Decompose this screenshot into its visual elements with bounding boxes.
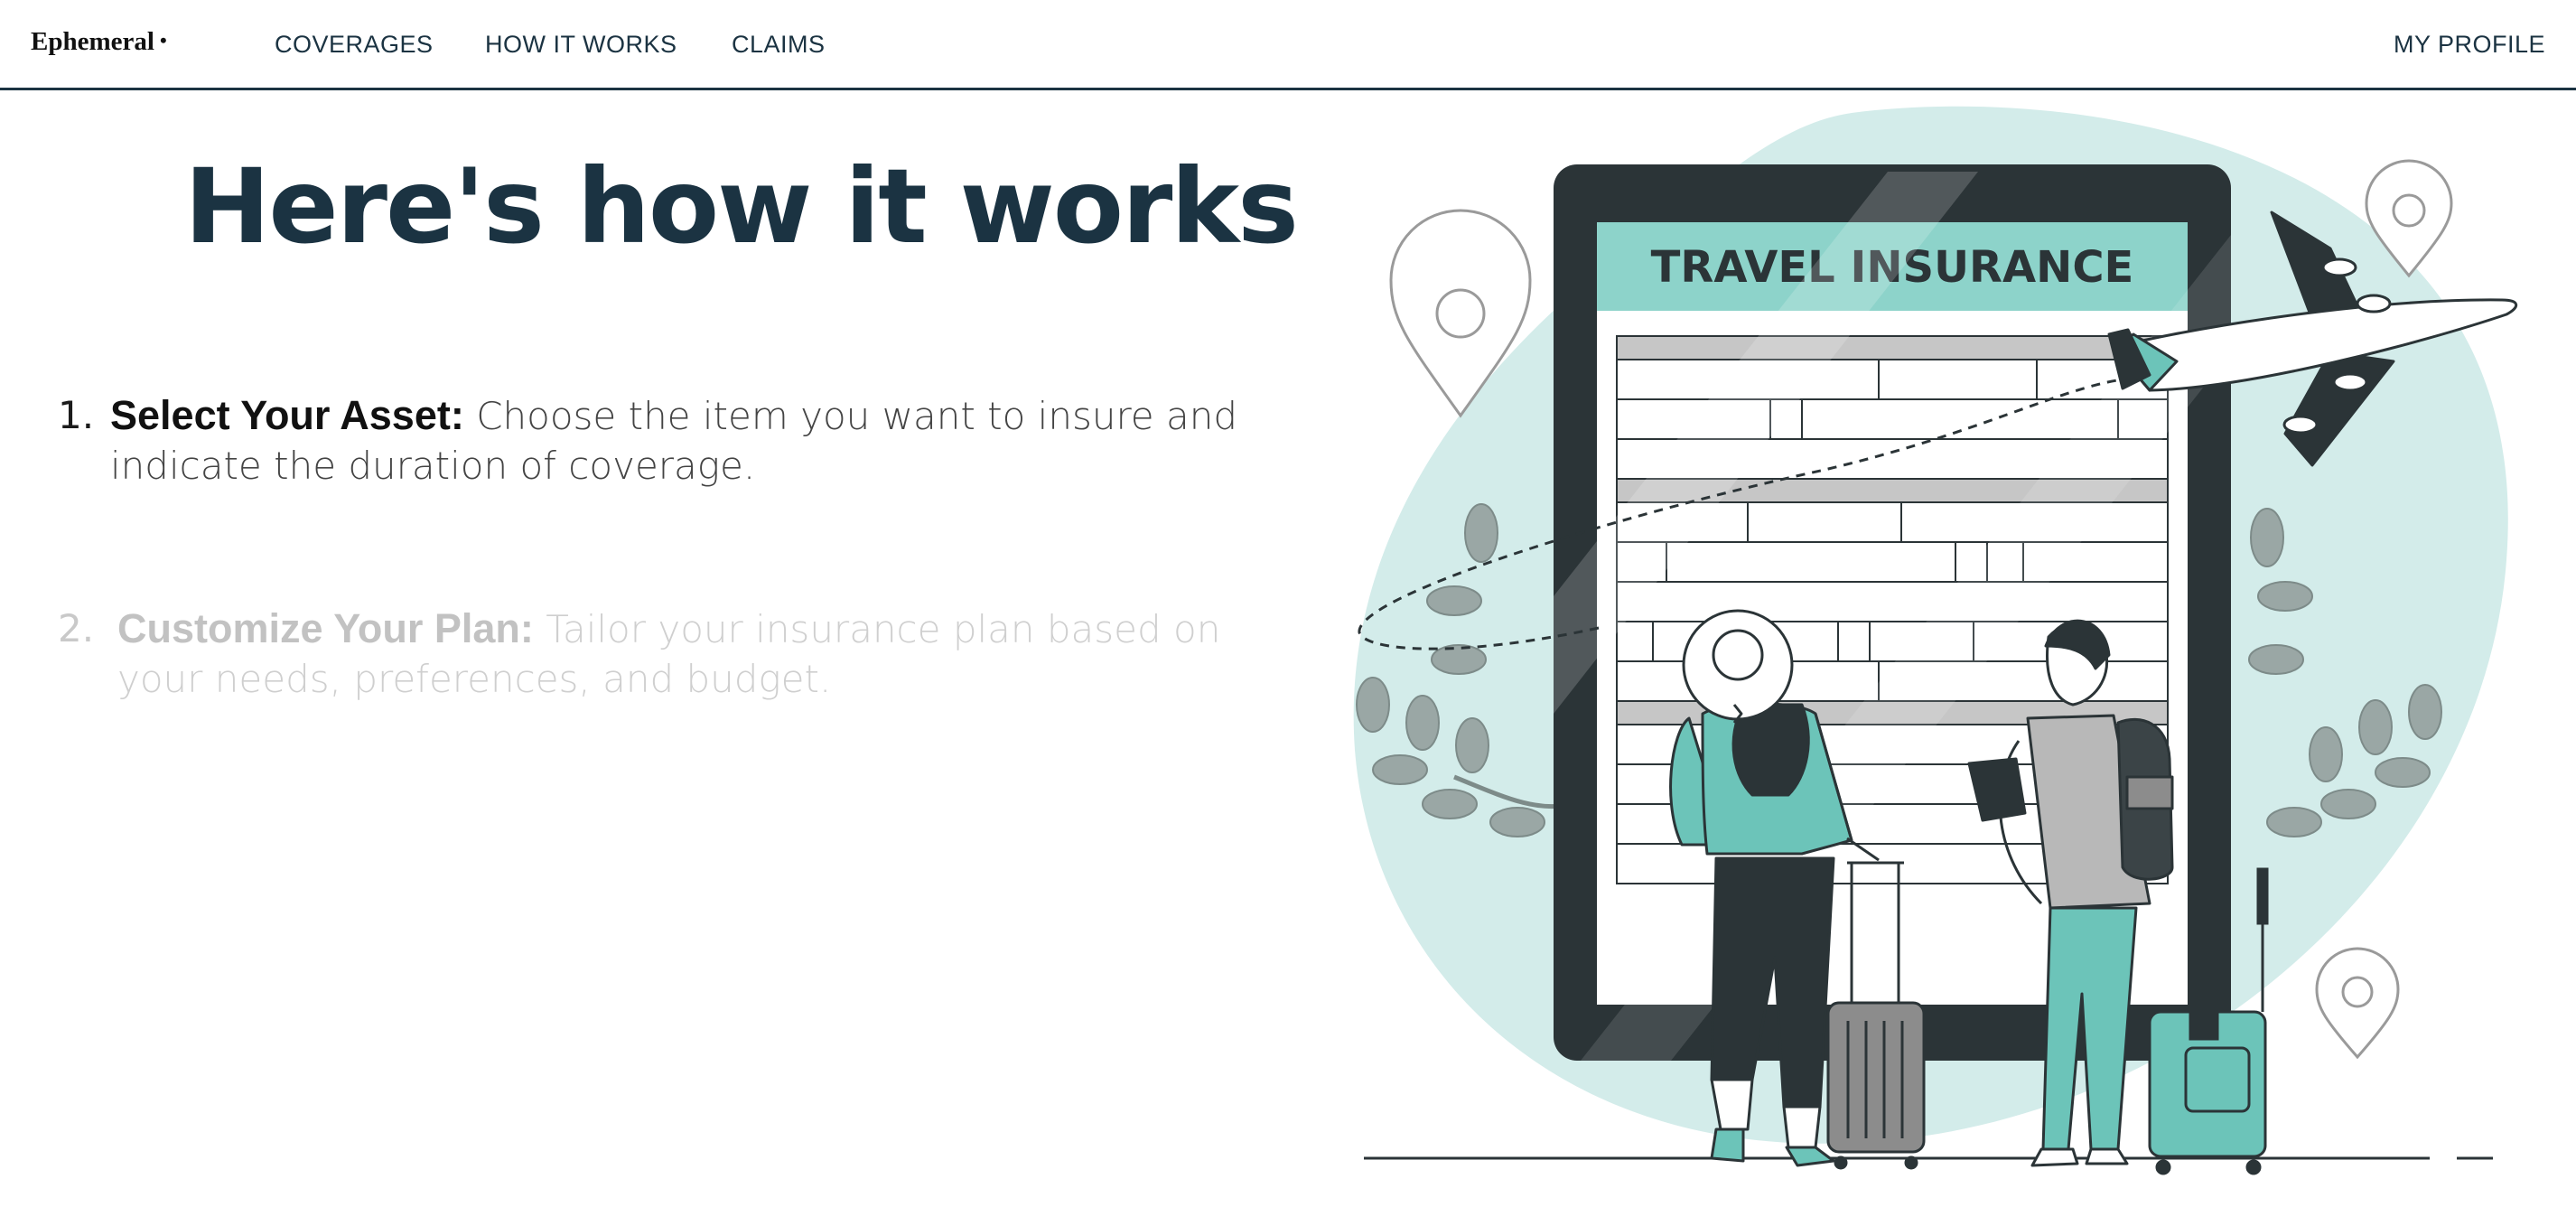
brand-dot: • <box>159 29 167 51</box>
step-title: Customize Your Plan: <box>117 605 534 651</box>
map-pin-icon <box>2315 947 2400 1060</box>
step-body: Select Your Asset: Choose the item you w… <box>110 390 1266 491</box>
step-number: 2. <box>58 606 95 650</box>
brand-logo[interactable]: Ephemeral • <box>31 27 167 57</box>
nav-link-claims[interactable]: CLAIMS <box>732 31 826 59</box>
step-body: Customize Your Plan: Tailor your insuran… <box>117 604 1255 704</box>
nav-link-my-profile[interactable]: MY PROFILE <box>2394 31 2545 59</box>
step-item-select-asset: 1. Select Your Asset: Choose the item yo… <box>58 390 1250 499</box>
nav-link-how-it-works[interactable]: HOW IT WORKS <box>485 31 677 59</box>
page-title: Here's how it works <box>184 146 1299 267</box>
step-title: Select Your Asset: <box>110 392 464 438</box>
travel-insurance-illustration: TRAVEL INSURANCE <box>1353 106 2518 1175</box>
brand-name: Ephemeral <box>31 27 154 56</box>
step-number: 1. <box>58 393 95 437</box>
step-item-customize-plan: 2. Customize Your Plan: Tailor your insu… <box>58 604 1250 712</box>
nav-link-coverages[interactable]: COVERAGES <box>275 31 434 59</box>
top-navbar: Ephemeral • COVERAGES HOW IT WORKS CLAIMS… <box>0 0 2576 90</box>
